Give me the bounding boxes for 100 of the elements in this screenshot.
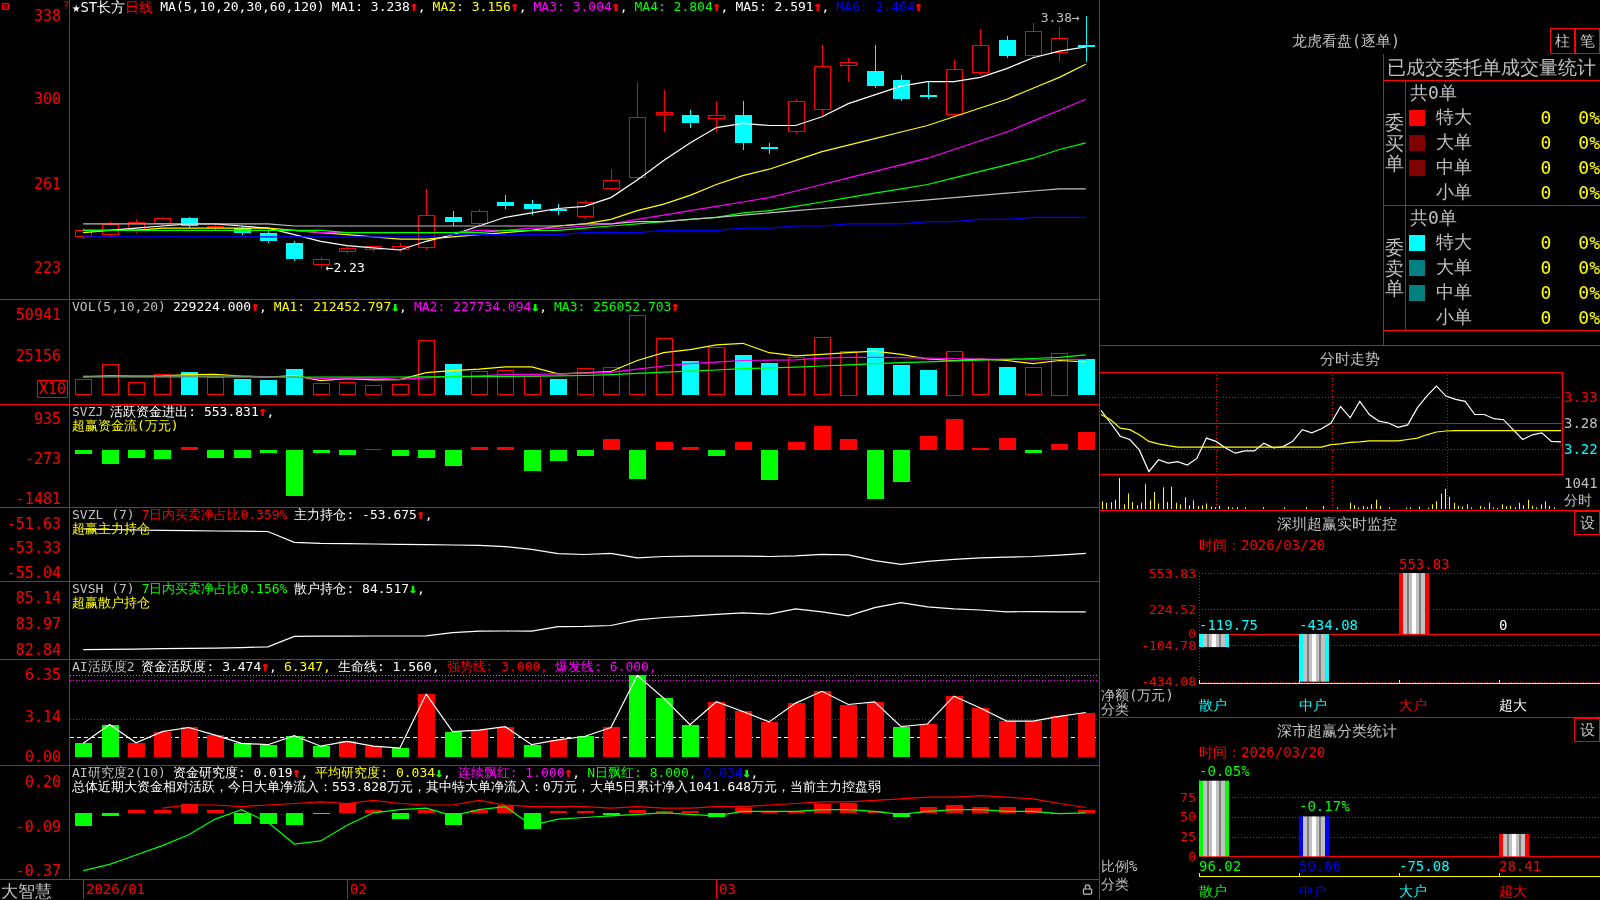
order-count: 0 (1540, 232, 1552, 253)
axis-label: -53.33 (6, 540, 61, 557)
axis-label: 300 (33, 91, 61, 108)
axis-label: 50941 (15, 307, 61, 324)
indicator-reading: MA5: 2.591 (735, 0, 814, 14)
category-label: 散户 (1199, 884, 1227, 899)
category-label: 大户 (1399, 698, 1427, 713)
axis-label: -0.37 (15, 862, 61, 879)
separator: , (750, 766, 759, 780)
value-label: -119.75 (1199, 617, 1258, 633)
date-label: 02 (347, 880, 367, 899)
separator: , (416, 582, 425, 596)
volume-unit-label: 分时 (1564, 493, 1592, 508)
axis-label: -1481 (15, 491, 61, 508)
trend-arrow: ↑ (914, 0, 923, 14)
axis-label: 553.83 (1149, 567, 1196, 579)
order-percent: 0% (1578, 182, 1600, 203)
axis-label: 85.14 (15, 589, 61, 606)
panel-title: 分时走势 (1320, 350, 1380, 368)
indicator-reading: 7日内买卖净占比0.156% (141, 582, 288, 596)
axis-label: 3.14 (24, 708, 61, 725)
order-count: 0 (1540, 132, 1552, 153)
indicator-reading: 0.034 (703, 766, 743, 780)
separator: , (300, 766, 309, 780)
price-annotation: 3.38→ (1040, 11, 1080, 26)
axis-label: 0.00 (24, 749, 61, 766)
indicator-title: 超赢散户持仓 (72, 596, 150, 610)
category-label: 超大 (1499, 884, 1527, 899)
separator: , (269, 660, 277, 674)
separator: , (442, 766, 451, 780)
trend-arrow: ↑ (671, 300, 680, 314)
date-label: 2026/01 (83, 880, 145, 899)
indicator-reading: 主力持仓: -53.675 (294, 508, 417, 522)
volume-scale-label: 1041 (1564, 476, 1598, 491)
indicator-reading: MA3: 3.004 (533, 0, 612, 14)
order-count: 0 (1540, 307, 1552, 328)
axis-label: 25156 (15, 347, 61, 364)
separator: , (417, 0, 426, 14)
indicator-reading: 229224.000 (172, 300, 252, 314)
axis-label: 223 (33, 259, 61, 276)
trend-arrow: ↑ (813, 0, 822, 14)
axis-label: 0 (1188, 850, 1196, 862)
indicator-reading: MA2: 3.156 (432, 0, 511, 14)
order-count: 0 (1540, 282, 1552, 303)
order-percent: 0% (1578, 282, 1600, 303)
category-label: 中户 (1299, 698, 1327, 713)
indicator-reading: 散户持仓: 84.517 (294, 582, 410, 596)
axis-label: 6.35 (24, 667, 61, 684)
indicator-reading: MA6: 2.464 (836, 0, 915, 14)
indicator-reading: MA4: 2.804 (634, 0, 713, 14)
unit-label: X10 (36, 380, 68, 398)
axis-label: 3.28 (1564, 416, 1598, 430)
value-label: -434.08 (1299, 617, 1358, 633)
indicator-reading: MA2: 227734.094 (413, 300, 532, 314)
category-label: 散户 (1199, 698, 1227, 713)
order-percent: 0% (1578, 107, 1600, 128)
order-size-label: 小单 (1436, 180, 1472, 202)
value-label: -75.08 (1399, 859, 1450, 874)
timestamp: 时间：2026/03/20 (1199, 537, 1326, 553)
stock-title: 日线 (125, 0, 154, 14)
order-size-label: 中单 (1436, 155, 1472, 177)
analysis-text: 总体近期大资金相对活跃，今日大单净流入：553.828万元，其中特大单净流入：0万元，大单5日累计净入1041.648万元，当前主力控盘弱 (72, 780, 882, 794)
indicator-reading: MA1: 3.238 (331, 0, 410, 14)
order-count: 0 (1540, 257, 1552, 278)
trend-arrow: ↓ (531, 300, 540, 314)
separator: , (424, 508, 433, 522)
axis-label: 338 (33, 8, 61, 25)
indicator-title: 超赢资金流(万元) (72, 419, 179, 433)
indicator-reading: VOL(5,10,20) (72, 300, 166, 314)
panel-title: 龙虎看盘(逐单) (1291, 32, 1401, 50)
trend-arrow: ↓ (409, 582, 417, 596)
panel-title: 深市超赢分类统计 (1277, 721, 1397, 740)
indicator-reading: N日飘红: 8.000, (587, 766, 697, 780)
help-mark: ? (62, 0, 69, 12)
trend-arrow: ↑ (611, 0, 620, 14)
indicator-reading: 生命线: 1.560, (337, 660, 440, 674)
trend-arrow: ↑ (510, 0, 519, 14)
indicator-reading: SVZL (7) (72, 508, 135, 522)
trend-arrow: ↓ (435, 766, 443, 780)
category-label: 大户 (1399, 884, 1427, 899)
indicator-reading: MA(5,10,20,30,60,120) (160, 0, 325, 14)
axis-label: 83.97 (15, 616, 61, 633)
axis-label: 3.33 (1564, 390, 1598, 404)
category-label: 超大 (1499, 698, 1527, 713)
order-size-label: 小单 (1436, 305, 1472, 327)
order-size-label: 大单 (1436, 255, 1472, 277)
separator: , (266, 405, 275, 419)
indicator-reading: 活跃资金进出: 553.831 (110, 405, 259, 419)
separator: , (518, 0, 527, 14)
axis-title: 比例% (1101, 859, 1138, 874)
indicator-reading: SVSH (7) (72, 582, 135, 596)
trend-arrow: ↑ (712, 0, 721, 14)
stock-title: ★ST长方 (72, 0, 126, 14)
axis-label: 935 (33, 411, 61, 428)
value-label: 96.02 (1199, 859, 1242, 874)
trend-arrow: ↑ (564, 766, 573, 780)
order-size-label: 特大 (1436, 105, 1472, 127)
category-label: 中户 (1299, 884, 1327, 899)
axis-label: 75 (1180, 791, 1196, 803)
order-percent: 0% (1578, 232, 1600, 253)
